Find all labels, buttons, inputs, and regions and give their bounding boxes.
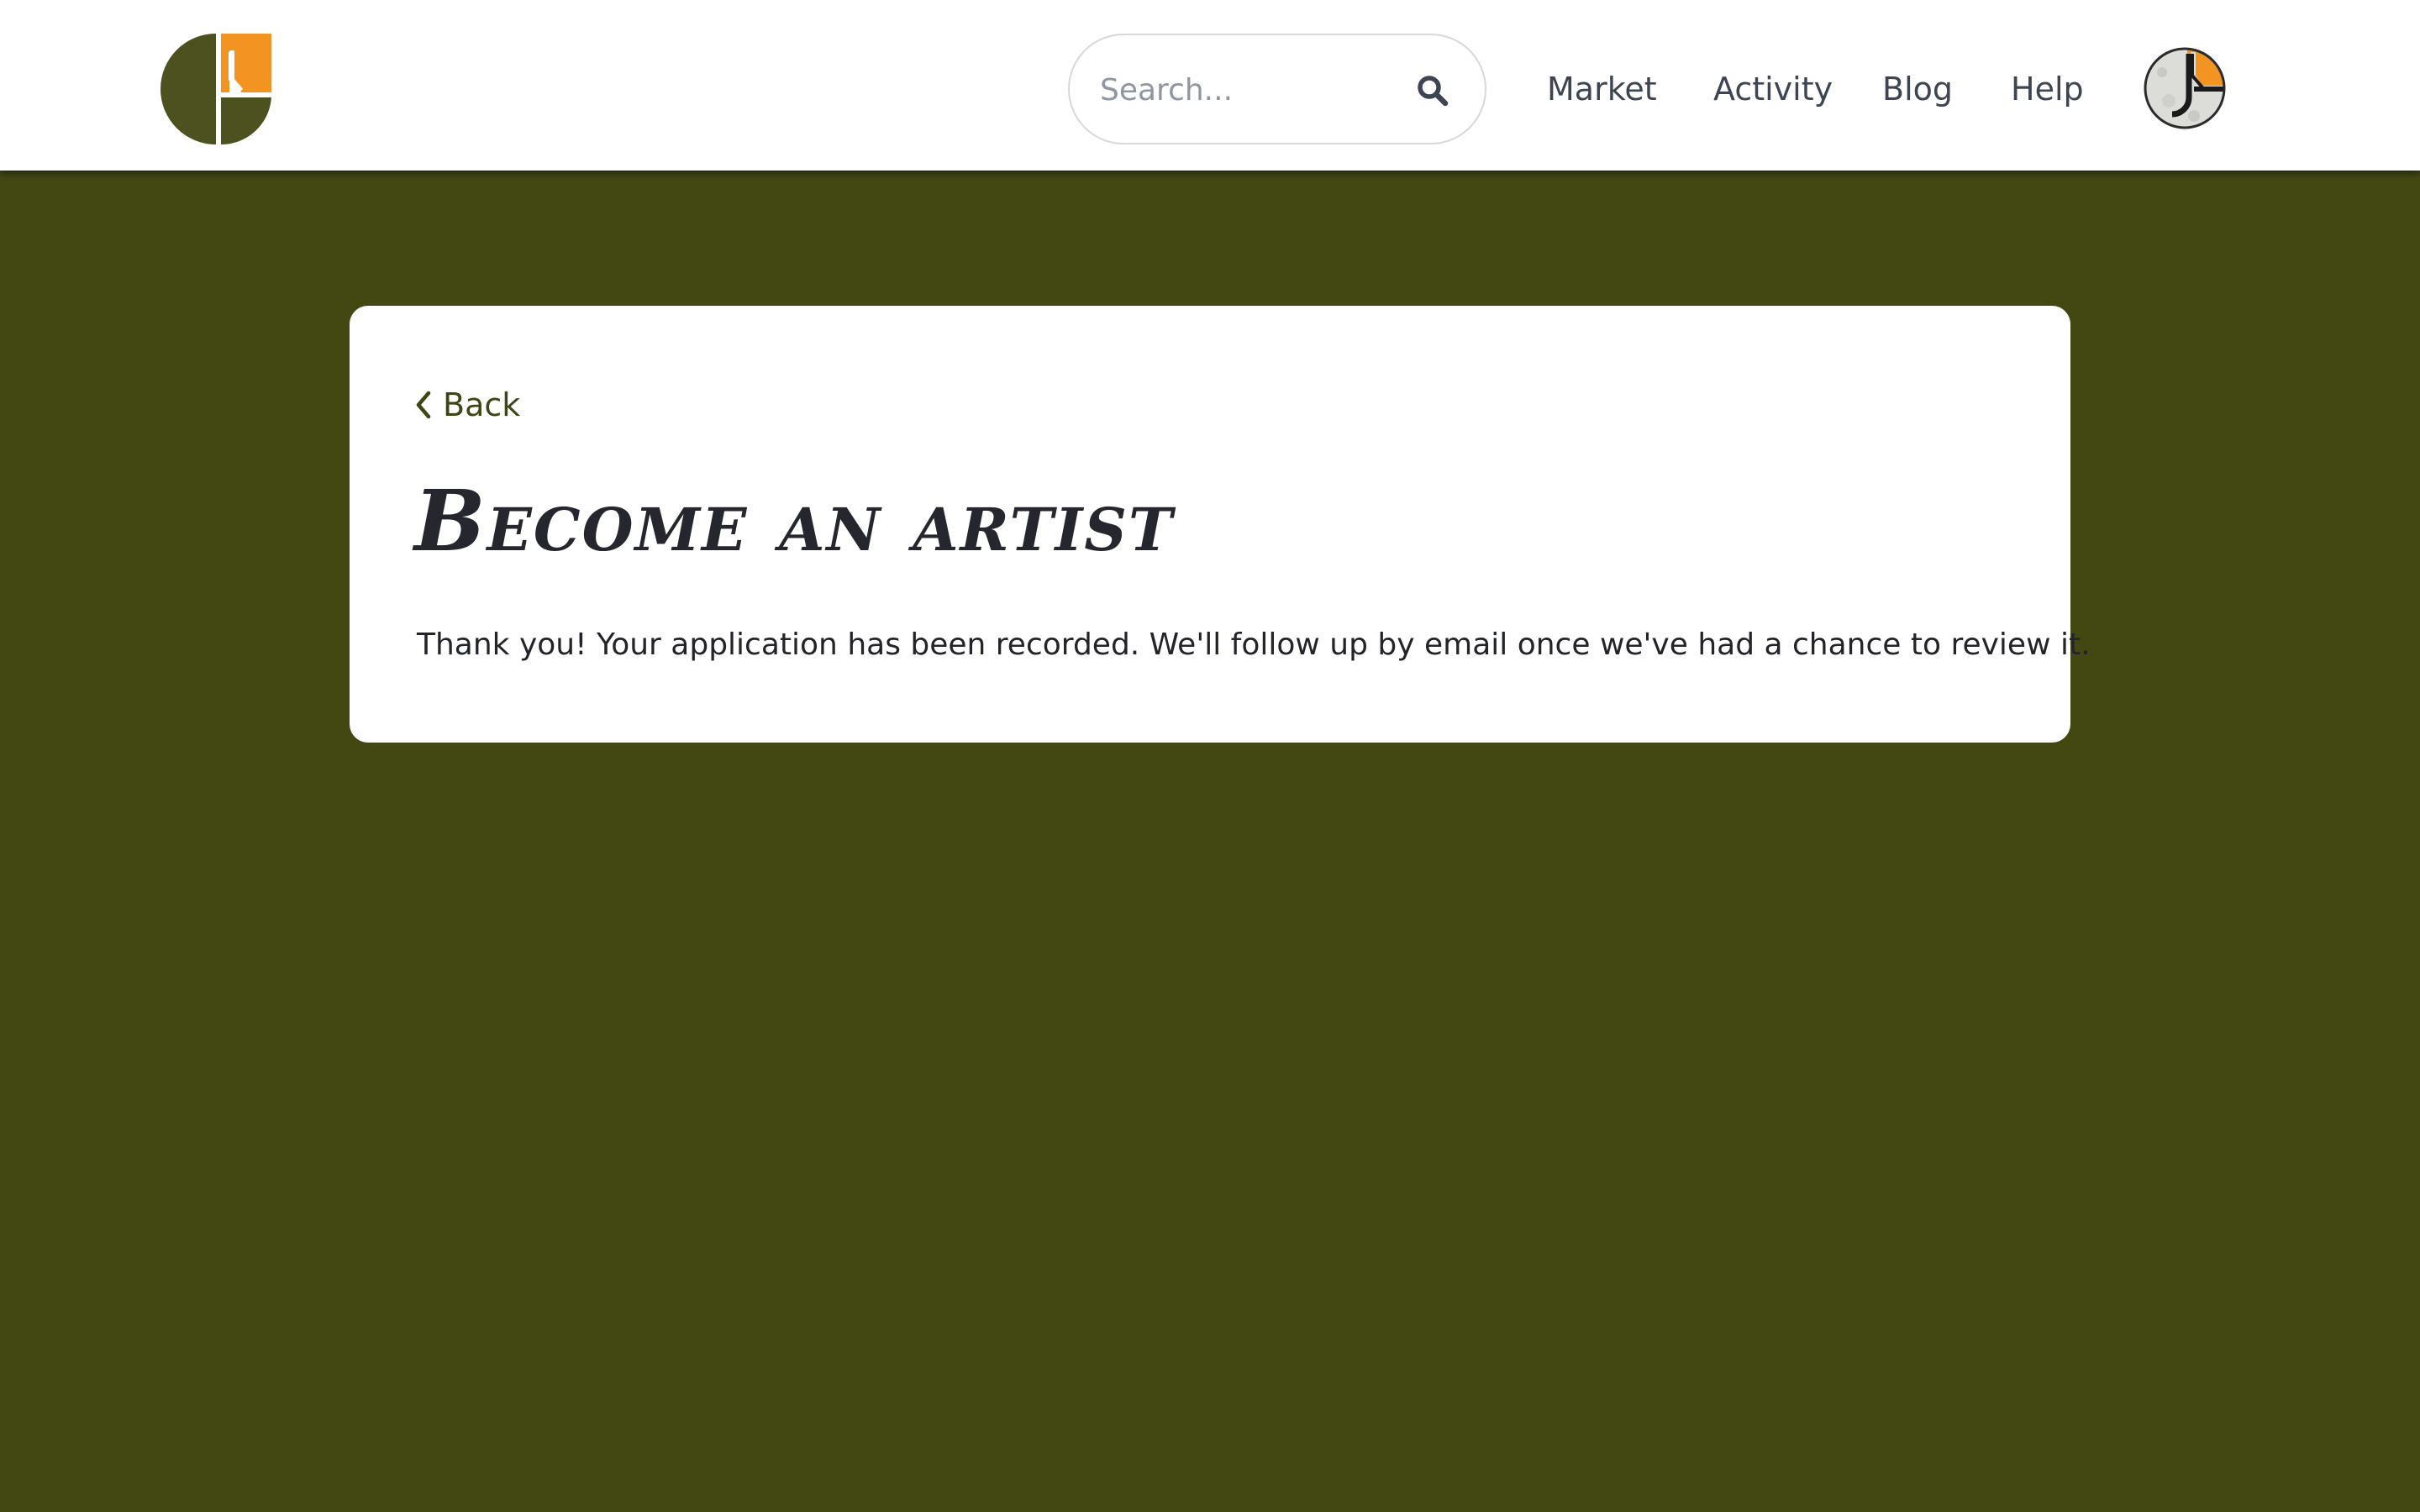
back-label: Back <box>443 386 521 423</box>
user-avatar[interactable] <box>2144 47 2226 129</box>
nav-link-activity[interactable]: Activity <box>1713 64 1833 114</box>
page-title: Become an artist <box>414 471 1175 570</box>
confirmation-message: Thank you! Your application has been rec… <box>417 627 2091 662</box>
nav-link-help[interactable]: Help <box>2011 64 2084 114</box>
content-card: Back Become an artist Thank you! Your ap… <box>350 306 2091 743</box>
back-link[interactable]: Back <box>414 380 520 430</box>
search-icon[interactable] <box>1416 74 1449 108</box>
nav-link-market[interactable]: Market <box>1547 64 1657 114</box>
brand-logo-icon[interactable] <box>160 34 271 145</box>
chevron-left-icon <box>416 391 431 419</box>
search-input[interactable] <box>1100 60 1402 119</box>
top-header: Market Activity Blog Help <box>0 0 2420 171</box>
search-box[interactable] <box>1068 34 1486 144</box>
nav-link-blog[interactable]: Blog <box>1882 64 1953 114</box>
